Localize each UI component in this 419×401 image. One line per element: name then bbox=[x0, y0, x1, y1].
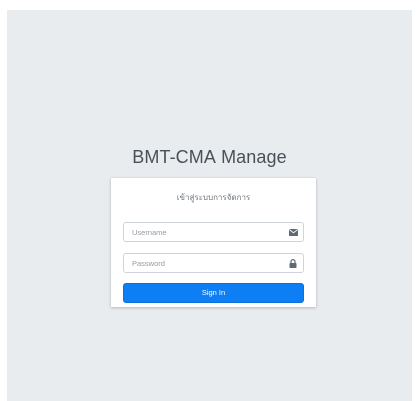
logo-suffix: Manage bbox=[221, 147, 287, 167]
password-input[interactable] bbox=[124, 254, 282, 272]
login-box-message: เข้าสู่ระบบการจัดการ bbox=[176, 193, 251, 202]
login-card: เข้าสู่ระบบการจัดการ Sign In bbox=[111, 178, 316, 307]
username-input-group bbox=[123, 222, 304, 242]
envelope-icon bbox=[287, 226, 299, 238]
password-input-group bbox=[123, 253, 304, 273]
logo-brand: BMT-CMA bbox=[132, 147, 216, 167]
lock-icon bbox=[287, 257, 299, 269]
login-page: BMT-CMA Manage เข้าสู่ระบบการจัดการ User… bbox=[7, 10, 412, 401]
username-input[interactable] bbox=[124, 223, 282, 241]
sign-in-button[interactable]: Sign In bbox=[123, 283, 304, 303]
login-logo: BMT-CMA Manage bbox=[7, 147, 412, 168]
